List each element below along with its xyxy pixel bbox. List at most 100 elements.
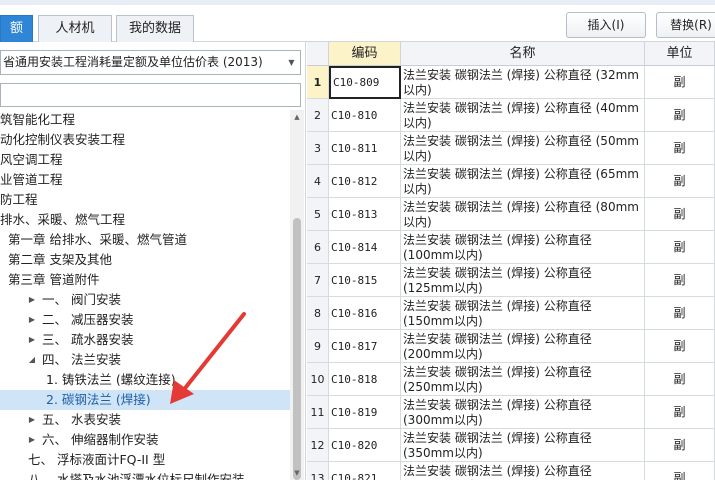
- table-row[interactable]: 12 C10-820 法兰安装 碳钢法兰 (焊接) 公称直径 (350mm以内) 副: [307, 429, 715, 462]
- code-cell[interactable]: C10-818: [329, 363, 401, 396]
- unit-cell[interactable]: 副: [645, 363, 715, 396]
- code-cell[interactable]: C10-809: [329, 66, 401, 99]
- search-input[interactable]: [0, 83, 301, 107]
- unit-cell[interactable]: 副: [645, 198, 715, 231]
- name-cell[interactable]: 法兰安装 碳钢法兰 (焊接) 公称直径 (50mm以内): [401, 132, 645, 165]
- row-number-cell[interactable]: 2: [307, 99, 329, 132]
- header-name[interactable]: 名称: [401, 42, 645, 66]
- row-number-cell[interactable]: 10: [307, 363, 329, 396]
- tree-item[interactable]: 2. 碳钢法兰 (焊接): [0, 390, 290, 410]
- name-cell[interactable]: 法兰安装 碳钢法兰 (焊接) 公称直径 (350mm以内): [401, 429, 645, 462]
- insert-button[interactable]: 插入(I): [566, 12, 646, 38]
- name-cell[interactable]: 法兰安装 碳钢法兰 (焊接) 公称直径 (200mm以内): [401, 330, 645, 363]
- row-number-cell[interactable]: 13: [307, 462, 329, 480]
- name-cell[interactable]: 法兰安装 碳钢法兰 (焊接) 公称直径 (250mm以内): [401, 363, 645, 396]
- table-row[interactable]: 8 C10-816 法兰安装 碳钢法兰 (焊接) 公称直径 (150mm以内) 副: [307, 297, 715, 330]
- unit-cell[interactable]: 副: [645, 462, 715, 480]
- unit-cell[interactable]: 副: [645, 99, 715, 132]
- unit-cell[interactable]: 副: [645, 330, 715, 363]
- unit-cell[interactable]: 副: [645, 429, 715, 462]
- header-code[interactable]: 编码: [329, 42, 401, 66]
- triangle-down-icon[interactable]: ◢: [26, 350, 38, 370]
- name-cell[interactable]: 法兰安装 碳钢法兰 (焊接) 公称直径 (80mm以内): [401, 198, 645, 231]
- unit-cell[interactable]: 副: [645, 165, 715, 198]
- name-cell[interactable]: 法兰安装 碳钢法兰 (焊接) 公称直径 (125mm以内): [401, 264, 645, 297]
- tree-item[interactable]: 风空调工程: [0, 150, 290, 170]
- name-cell[interactable]: 法兰安装 碳钢法兰 (焊接) 公称直径 (40mm以内): [401, 99, 645, 132]
- table-row[interactable]: 13C10-821法兰安装 碳钢法兰 (焊接) 公称直径 (400mm以内)副: [307, 462, 715, 480]
- tree-item[interactable]: 第三章 管道附件: [0, 270, 290, 290]
- tree-item[interactable]: 第一章 给排水、采暖、燃气管道: [0, 230, 290, 250]
- tree-item[interactable]: ◢ 四、 法兰安装: [0, 350, 290, 370]
- name-cell[interactable]: 法兰安装 碳钢法兰 (焊接) 公称直径 (32mm以内): [401, 66, 645, 99]
- unit-cell[interactable]: 副: [645, 297, 715, 330]
- tree-item[interactable]: ▶ 三、 疏水器安装: [0, 330, 290, 350]
- name-cell[interactable]: 法兰安装 碳钢法兰 (焊接) 公称直径 (100mm以内): [401, 231, 645, 264]
- unit-cell[interactable]: 副: [645, 66, 715, 99]
- code-cell[interactable]: C10-816: [329, 297, 401, 330]
- row-number-cell[interactable]: 1: [307, 66, 329, 99]
- header-unit[interactable]: 单位: [645, 42, 715, 66]
- code-cell[interactable]: C10-820: [329, 429, 401, 462]
- tree-item[interactable]: 七、 浮标液面计FQ-II 型: [0, 450, 290, 470]
- tree-item[interactable]: 第二章 支架及其他: [0, 250, 290, 270]
- code-cell[interactable]: C10-814: [329, 231, 401, 264]
- code-cell[interactable]: C10-819: [329, 396, 401, 429]
- triangle-right-icon[interactable]: ▶: [26, 430, 38, 450]
- tree-item[interactable]: 排水、采暖、燃气工程: [0, 210, 290, 230]
- row-number-cell[interactable]: 5: [307, 198, 329, 231]
- row-number-cell[interactable]: 3: [307, 132, 329, 165]
- tree-item[interactable]: 业管道工程: [0, 170, 290, 190]
- row-number-cell[interactable]: 8: [307, 297, 329, 330]
- row-number-cell[interactable]: 7: [307, 264, 329, 297]
- table-row[interactable]: 4 C10-812 法兰安装 碳钢法兰 (焊接) 公称直径 (65mm以内) 副: [307, 165, 715, 198]
- tree-scrollbar[interactable]: ▲ ▼: [290, 110, 304, 480]
- tree-item[interactable]: 1. 铸铁法兰 (螺纹连接): [0, 370, 290, 390]
- tree-item[interactable]: ▶ 五、 水表安装: [0, 410, 290, 430]
- table-row[interactable]: 7 C10-815 法兰安装 碳钢法兰 (焊接) 公称直径 (125mm以内) 副: [307, 264, 715, 297]
- tree-item[interactable]: 动化控制仪表安装工程: [0, 130, 290, 150]
- tab-quota[interactable]: 额: [0, 15, 33, 42]
- triangle-right-icon[interactable]: ▶: [26, 410, 38, 430]
- library-select[interactable]: 省通用安装工程消耗量定额及单位估价表 (2013) ▼: [0, 50, 301, 75]
- triangle-right-icon[interactable]: ▶: [26, 310, 38, 330]
- row-number-cell[interactable]: 4: [307, 165, 329, 198]
- name-cell[interactable]: 法兰安装 碳钢法兰 (焊接) 公称直径 (400mm以内): [401, 462, 645, 480]
- table-row[interactable]: 2 C10-810 法兰安装 碳钢法兰 (焊接) 公称直径 (40mm以内) 副: [307, 99, 715, 132]
- table-row[interactable]: 10 C10-818 法兰安装 碳钢法兰 (焊接) 公称直径 (250mm以内) 副: [307, 363, 715, 396]
- unit-cell[interactable]: 副: [645, 264, 715, 297]
- code-cell[interactable]: C10-811: [329, 132, 401, 165]
- scrollbar-thumb[interactable]: [293, 218, 301, 480]
- row-number-cell[interactable]: 6: [307, 231, 329, 264]
- name-cell[interactable]: 法兰安装 碳钢法兰 (焊接) 公称直径 (150mm以内): [401, 297, 645, 330]
- tree-item[interactable]: 防工程: [0, 190, 290, 210]
- table-row[interactable]: 6 C10-814 法兰安装 碳钢法兰 (焊接) 公称直径 (100mm以内) 副: [307, 231, 715, 264]
- tree-item[interactable]: 八、 水塔及水池浮漂水位标尺制作安装: [0, 470, 290, 480]
- unit-cell[interactable]: 副: [645, 231, 715, 264]
- code-cell[interactable]: C10-813: [329, 198, 401, 231]
- tree-item[interactable]: ▶ 六、 伸缩器制作安装: [0, 430, 290, 450]
- tree-item[interactable]: 筑智能化工程: [0, 110, 290, 130]
- code-cell[interactable]: C10-821: [329, 462, 401, 480]
- unit-cell[interactable]: 副: [645, 132, 715, 165]
- scroll-down-icon[interactable]: ▼: [290, 466, 304, 480]
- table-row[interactable]: 5 C10-813 法兰安装 碳钢法兰 (焊接) 公称直径 (80mm以内) 副: [307, 198, 715, 231]
- table-row[interactable]: 1 C10-809 法兰安装 碳钢法兰 (焊接) 公称直径 (32mm以内) 副: [307, 66, 715, 99]
- table-row[interactable]: 9 C10-817 法兰安装 碳钢法兰 (焊接) 公称直径 (200mm以内) 副: [307, 330, 715, 363]
- name-cell[interactable]: 法兰安装 碳钢法兰 (焊接) 公称直径 (65mm以内): [401, 165, 645, 198]
- row-number-cell[interactable]: 11: [307, 396, 329, 429]
- name-cell[interactable]: 法兰安装 碳钢法兰 (焊接) 公称直径 (300mm以内): [401, 396, 645, 429]
- triangle-right-icon[interactable]: ▶: [26, 290, 38, 310]
- row-number-cell[interactable]: 9: [307, 330, 329, 363]
- code-cell[interactable]: C10-817: [329, 330, 401, 363]
- code-cell[interactable]: C10-815: [329, 264, 401, 297]
- unit-cell[interactable]: 副: [645, 396, 715, 429]
- row-number-cell[interactable]: 12: [307, 429, 329, 462]
- triangle-right-icon[interactable]: ▶: [26, 330, 38, 350]
- scroll-up-icon[interactable]: ▲: [290, 110, 304, 124]
- replace-button[interactable]: 替换(R): [656, 12, 715, 38]
- tab-my-data[interactable]: 我的数据: [116, 15, 194, 42]
- code-cell[interactable]: C10-812: [329, 165, 401, 198]
- tab-labor-material-machine[interactable]: 人材机: [38, 15, 112, 42]
- tree-item[interactable]: ▶ 一、 阀门安装: [0, 290, 290, 310]
